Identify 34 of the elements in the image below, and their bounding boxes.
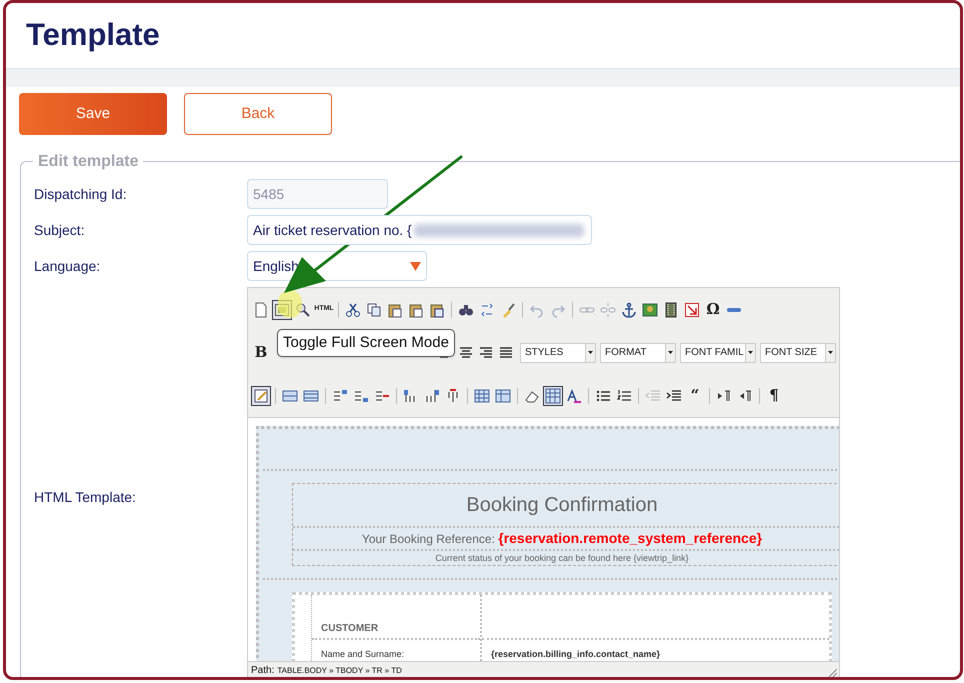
edit-table-icon[interactable] [251, 386, 271, 406]
back-button[interactable]: Back [184, 93, 332, 135]
toolbar-button[interactable]: Ω [703, 300, 723, 320]
path-label: Path: [251, 664, 274, 677]
toolbar-button[interactable]: ¶ [764, 386, 784, 406]
language-select[interactable]: English [247, 251, 427, 281]
caret-icon [744, 344, 755, 362]
field-label: Subject: [34, 220, 86, 240]
table-cell-text: Name and Surname: [320, 648, 406, 661]
booking-reference: Your Booking Reference: {reservation.remote_system_reference} [293, 528, 839, 551]
table-cell-text: {reservation.billing_info.contact_name} [490, 648, 662, 661]
caret-icon [584, 344, 595, 362]
save-button[interactable]: Save [19, 93, 167, 135]
toolbar-button[interactable]: “ [685, 386, 705, 406]
grid-icon[interactable] [543, 386, 563, 406]
toolbar-dropdown[interactable]: FONT FAMIL [680, 342, 756, 362]
field-label: Dispatching Id: [34, 184, 128, 204]
field-label: Language: [34, 256, 102, 276]
toolbar-dropdown[interactable]: STYLES [520, 342, 596, 362]
toolbar-dropdown[interactable]: FONT SIZE [760, 342, 836, 362]
caret-icon [664, 344, 675, 362]
page-title: Template [26, 16, 160, 54]
caret-icon [410, 262, 421, 270]
tooltip: Toggle Full Screen Mode [277, 329, 455, 357]
input-field[interactable]: Air ticket reservation no. { [247, 215, 592, 245]
caret-icon [824, 344, 835, 362]
booking-heading: Booking Confirmation [293, 484, 839, 528]
status-note: Current status of your booking can be found here {viewtrip_link} [434, 552, 690, 565]
element-path: TABLE.BODY » TBODY » TR » TD [277, 664, 402, 676]
toolbar-dropdown[interactable]: FORMAT [600, 342, 676, 362]
section-heading: CUSTOMER [312, 595, 480, 640]
field-label: HTML Template: [34, 488, 137, 507]
toolbar-button[interactable]: B [251, 342, 271, 362]
resize-handle[interactable] [829, 669, 837, 677]
